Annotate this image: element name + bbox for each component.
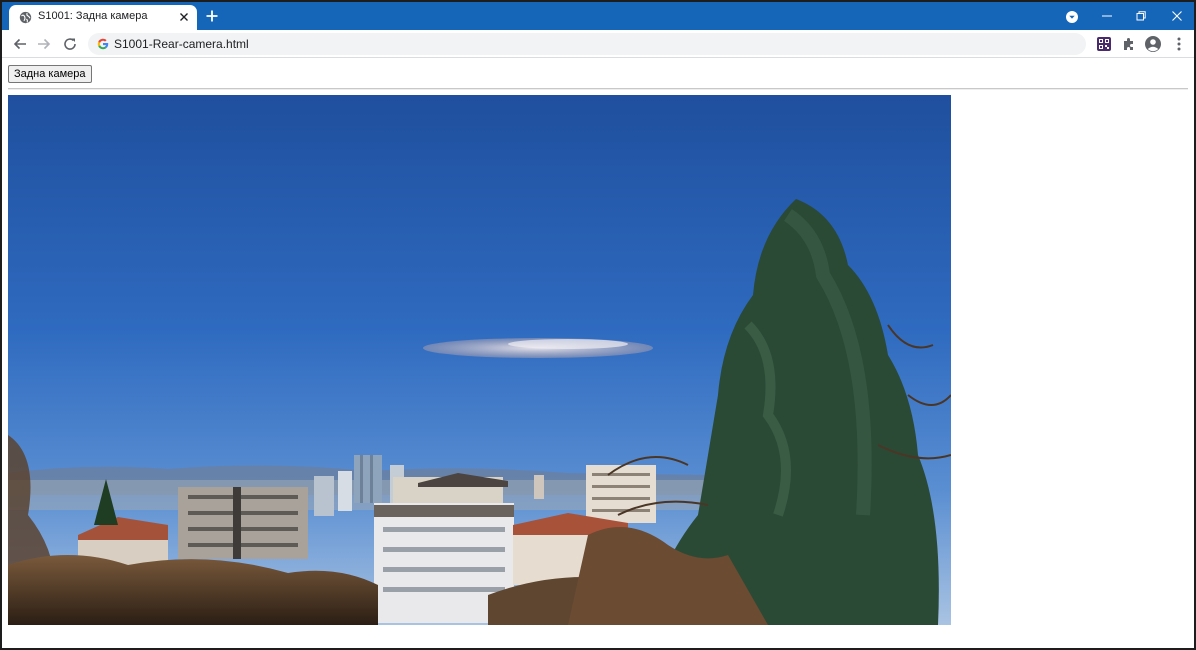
- globe-icon: [19, 11, 32, 24]
- page-content: Задна камера: [2, 58, 1194, 648]
- qr-code-icon[interactable]: [1095, 35, 1113, 53]
- forward-arrow-icon[interactable]: [36, 36, 52, 52]
- back-arrow-icon[interactable]: [12, 36, 28, 52]
- tab-search-icon[interactable]: [1065, 10, 1079, 24]
- tab-title: S1001: Задна камера: [38, 10, 148, 22]
- address-bar[interactable]: S1001-Rear-camera.html: [88, 33, 1086, 55]
- new-tab-plus-icon[interactable]: [205, 9, 219, 23]
- rear-camera-button[interactable]: Задна камера: [8, 65, 92, 83]
- reload-icon[interactable]: [62, 36, 78, 52]
- close-icon: [1172, 11, 1182, 21]
- restore-button[interactable]: [1124, 2, 1158, 30]
- tab-strip: S1001: Задна камера: [2, 2, 1194, 30]
- minimize-button[interactable]: [1090, 2, 1124, 30]
- city-skyline-photo: [8, 95, 951, 625]
- close-icon[interactable]: [177, 10, 191, 24]
- minimize-icon: [1102, 15, 1112, 17]
- window-close-button[interactable]: [1160, 2, 1194, 30]
- camera-photo: [8, 95, 951, 625]
- restore-icon: [1136, 11, 1146, 21]
- extensions-puzzle-icon[interactable]: [1120, 35, 1138, 53]
- browser-window: S1001: Задна камера S1001-Rear-camera.ht…: [0, 0, 1196, 650]
- tab-active[interactable]: S1001: Задна камера: [9, 5, 197, 30]
- profile-avatar-icon[interactable]: [1144, 35, 1162, 53]
- horizontal-rule: [8, 88, 1188, 90]
- kebab-menu-icon[interactable]: [1170, 35, 1188, 53]
- url-text: S1001-Rear-camera.html: [114, 37, 249, 51]
- google-g-icon: [97, 38, 109, 50]
- browser-toolbar: S1001-Rear-camera.html: [2, 30, 1194, 58]
